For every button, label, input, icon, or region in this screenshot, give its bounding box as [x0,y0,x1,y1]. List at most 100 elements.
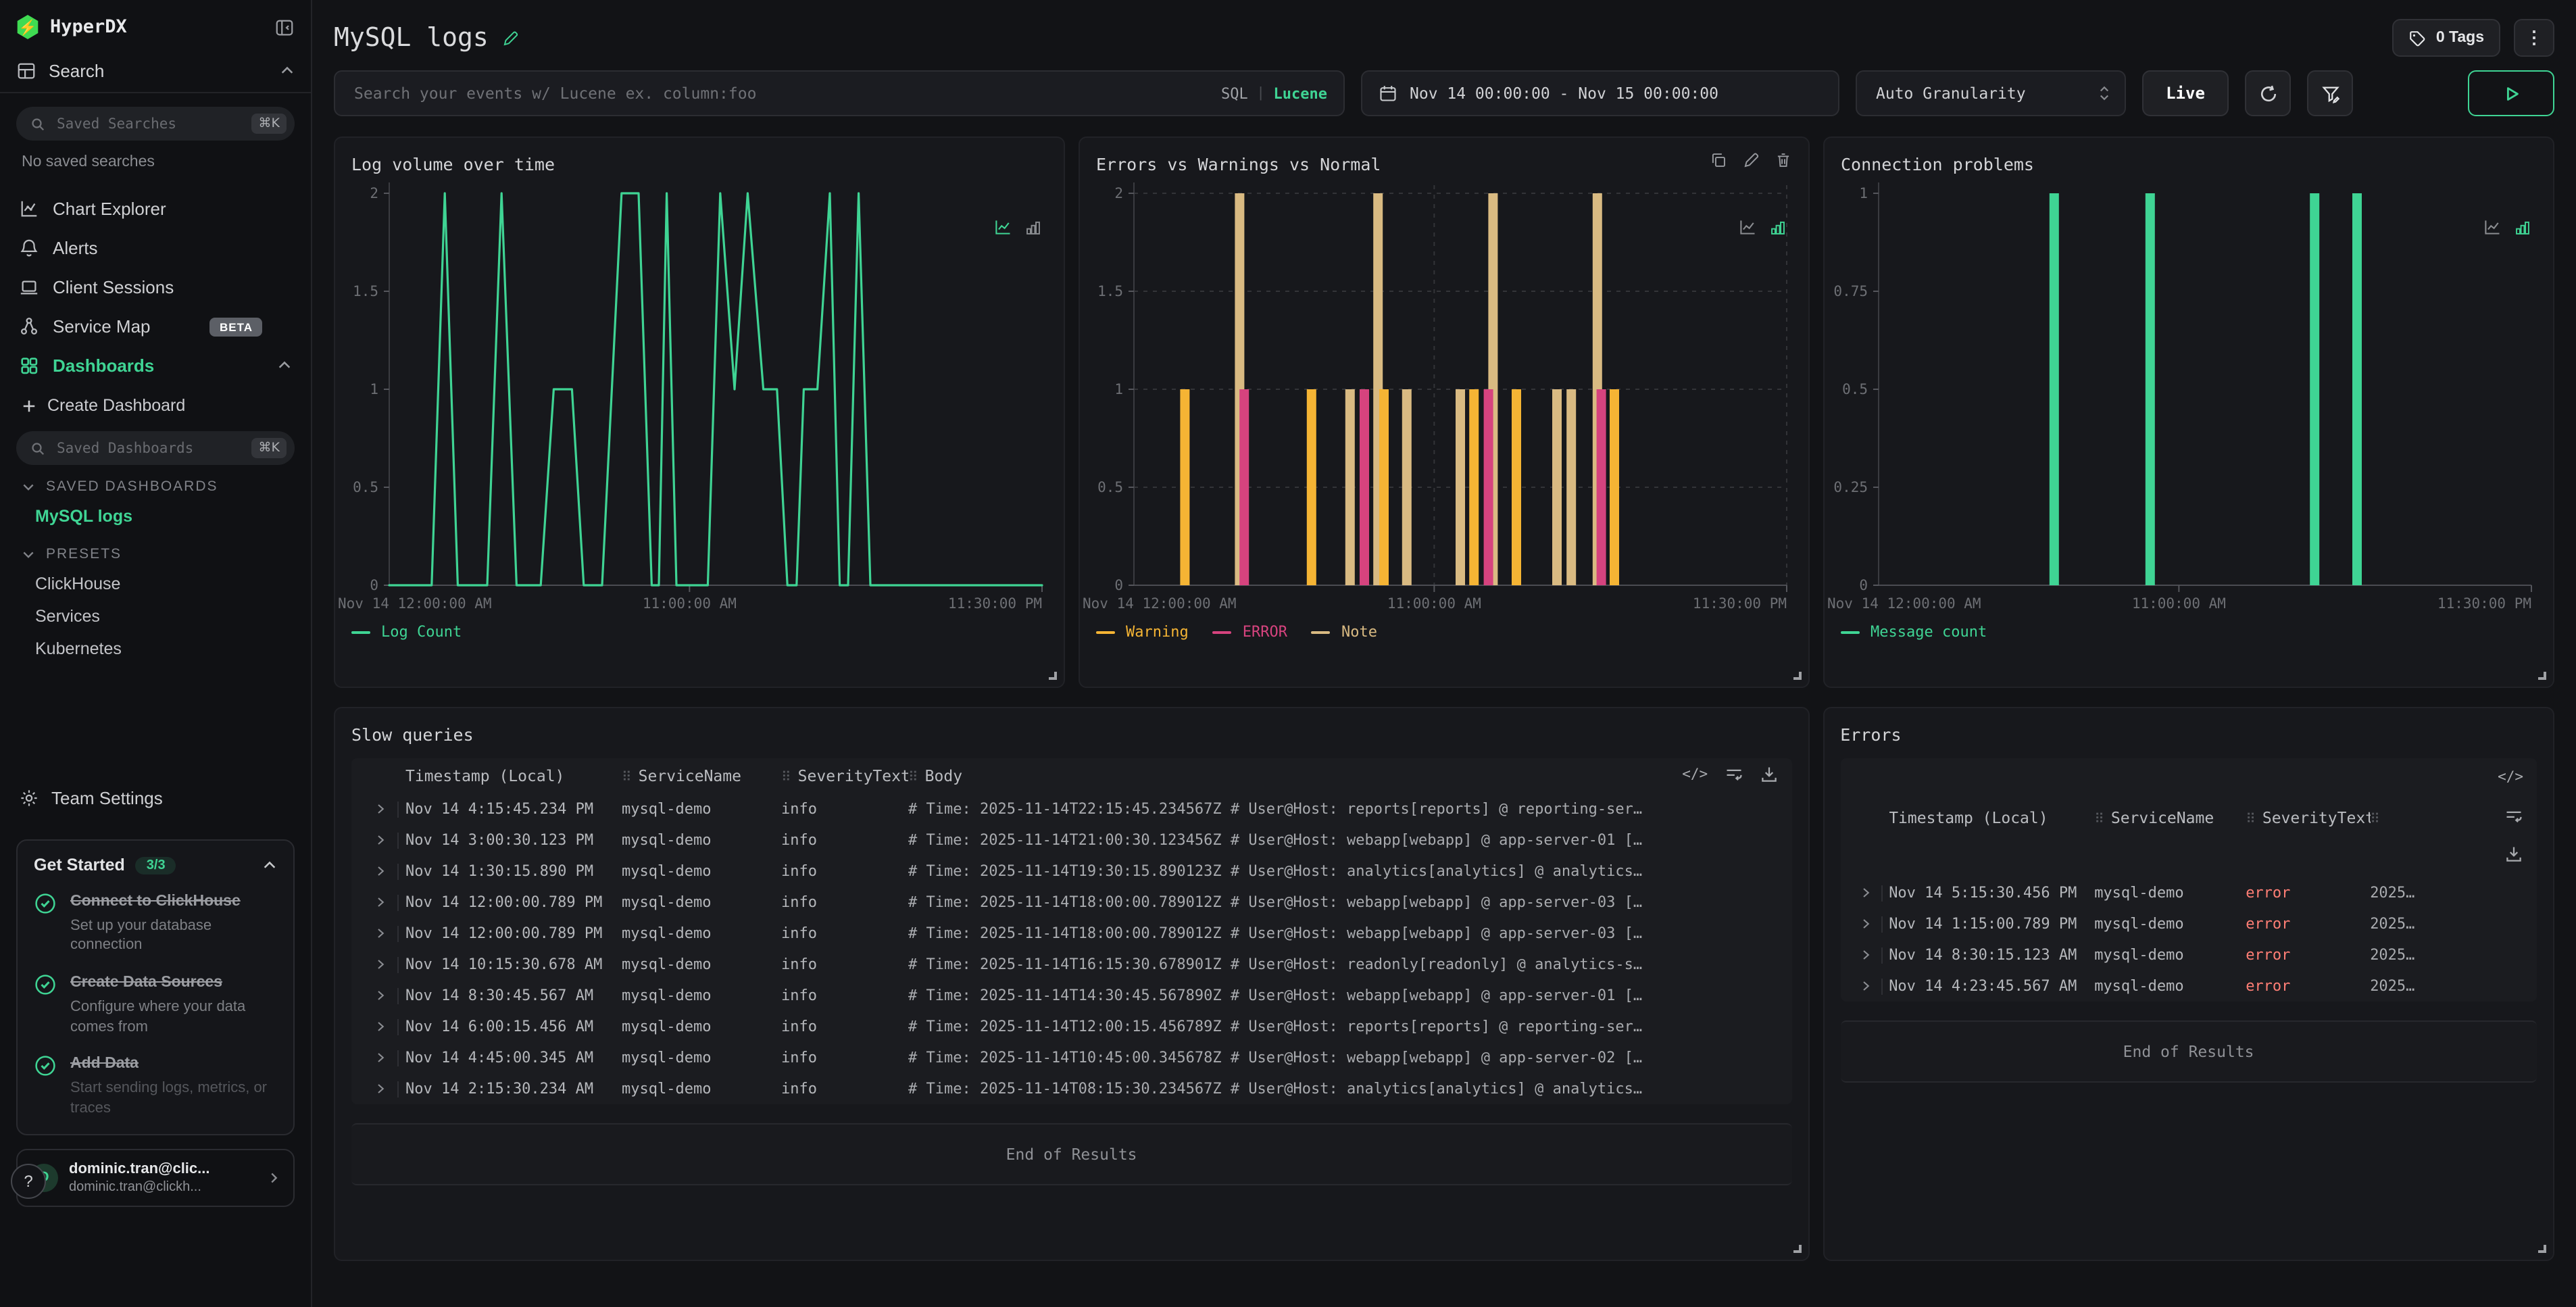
wrap-lines-icon[interactable] [1724,765,1743,784]
expand-row-icon[interactable] [374,834,386,846]
sidebar-item-clickhouse[interactable]: ClickHouse [0,568,311,600]
run-query-button[interactable] [2468,70,2554,116]
connection-problems-chart[interactable]: 00.250.50.751Nov 14 12:00:00 AM11:00:00 … [1825,174,2553,620]
sidebar-item-alerts[interactable]: Alerts [0,228,311,268]
sidebar-item-dashboards[interactable]: Dashboards [0,346,311,385]
get-started-item-sources[interactable]: Create Data Sources Configure where your… [34,973,277,1037]
table-row[interactable]: Nov 14 12:00:00.789 PMmysql-demoinfo# Ti… [351,918,1791,949]
column-header-servicename[interactable]: ⠿ServiceName [622,766,781,785]
filter-button[interactable] [2307,70,2353,116]
delete-icon[interactable] [1775,151,1792,169]
event-search[interactable]: SQL | Lucene [334,70,1345,116]
table-row[interactable]: Nov 14 5:15:30.456 PMmysql-demoerror2025… [1840,877,2537,908]
code-view-icon[interactable]: </> [2498,769,2523,785]
create-dashboard-button[interactable]: Create Dashboard [0,385,311,418]
presets-group[interactable]: PRESETS [0,533,311,568]
legend-item[interactable]: Warning [1096,623,1189,641]
table-row[interactable]: Nov 14 4:15:45.234 PMmysql-demoinfo# Tim… [351,793,1791,824]
sidebar-item-chart-explorer[interactable]: Chart Explorer [0,189,311,228]
errors-warnings-chart[interactable]: 00.511.52Nov 14 12:00:00 AM11:00:00 AM11… [1080,174,1808,620]
drag-handle-icon[interactable]: ⠿ [781,770,791,785]
table-row[interactable]: Nov 14 4:45:00.345 AMmysql-demoinfo# Tim… [351,1042,1791,1073]
table-row[interactable]: Nov 14 8:30:45.567 AMmysql-demoinfo# Tim… [351,980,1791,1011]
expand-row-icon[interactable] [374,927,386,939]
granularity-select[interactable]: Auto Granularity [1856,70,2126,116]
column-header-severitytext[interactable]: ⠿SeverityText [2246,808,2370,827]
legend-item[interactable]: ERROR [1213,623,1287,641]
column-header-severitytext[interactable]: ⠿SeverityText [781,766,908,785]
legend-item[interactable]: Log Count [351,623,462,641]
resize-handle[interactable] [2538,1245,2546,1253]
live-button[interactable]: Live [2142,70,2229,116]
bar-chart-toggle-icon[interactable] [2514,218,2531,236]
expand-row-icon[interactable] [374,803,386,815]
tags-button[interactable]: 0 Tags [2393,19,2500,57]
legend-item[interactable]: Note [1312,623,1377,641]
sidebar-item-team-settings[interactable]: Team Settings [0,779,311,818]
edit-icon[interactable] [1742,151,1760,169]
expand-row-icon[interactable] [1860,887,1872,899]
sidebar-item-service-map[interactable]: Service Map BETA [0,307,311,346]
sidebar-section-search[interactable]: Search [0,50,311,93]
download-icon[interactable] [2504,845,2523,864]
code-view-icon[interactable]: </> [1682,766,1708,783]
table-row[interactable]: Nov 14 10:15:30.678 AMmysql-demoinfo# Ti… [351,949,1791,980]
expand-row-icon[interactable] [1860,980,1872,992]
table-row[interactable]: Nov 14 12:00:00.789 PMmysql-demoinfo# Ti… [351,887,1791,918]
column-header-servicename[interactable]: ⠿ServiceName [2094,808,2246,827]
date-range-picker[interactable]: Nov 14 00:00:00 - Nov 15 00:00:00 [1361,70,1839,116]
refresh-button[interactable] [2245,70,2291,116]
expand-row-icon[interactable] [374,958,386,970]
user-menu[interactable]: D dominic.tran@clic... dominic.tran@clic… [16,1148,295,1207]
resize-handle[interactable] [1793,672,1802,680]
drag-handle-icon[interactable]: ⠿ [622,770,632,785]
table-row[interactable]: Nov 14 8:30:15.123 AMmysql-demoerror2025… [1840,939,2537,970]
table-row[interactable]: Nov 14 1:30:15.890 PMmysql-demoinfo# Tim… [351,856,1791,887]
get-started-item-connect[interactable]: Connect to ClickHouse Set up your databa… [34,892,277,956]
resize-handle[interactable] [2538,672,2546,680]
saved-dashboards-search[interactable]: ⌘K [16,431,295,465]
legend-item[interactable]: Message count [1841,623,1987,641]
bar-chart-toggle-icon[interactable] [1769,218,1787,236]
drag-handle-icon[interactable]: ⠿ [2094,812,2104,827]
expand-row-icon[interactable] [1860,918,1872,930]
table-row[interactable]: Nov 14 6:00:15.456 AMmysql-demoinfo# Tim… [351,1011,1791,1042]
more-options-button[interactable]: ⋮ [2514,19,2554,57]
expand-row-icon[interactable] [374,1020,386,1033]
saved-searches-input[interactable] [54,114,244,133]
expand-row-icon[interactable] [374,1083,386,1095]
drag-handle-icon[interactable]: ⠿ [908,770,918,785]
wrap-lines-icon[interactable] [2504,807,2523,826]
get-started-item-add-data[interactable]: Add Data Start sending logs, metrics, or… [34,1055,277,1118]
column-header-timestamp[interactable]: Timestamp (Local) [405,766,622,785]
table-row[interactable]: Nov 14 1:15:00.789 PMmysql-demoerror2025… [1840,908,2537,939]
resize-handle[interactable] [1049,672,1057,680]
line-chart-toggle-icon[interactable] [1738,218,1757,237]
edit-title-icon[interactable] [502,29,520,47]
help-button[interactable]: ? [11,1164,46,1199]
sidebar-item-kubernetes[interactable]: Kubernetes [0,633,311,665]
line-chart-toggle-icon[interactable] [993,218,1012,237]
sidebar-item-services[interactable]: Services [0,600,311,633]
chevron-up-icon[interactable] [262,858,277,872]
drag-handle-icon[interactable]: ⠿ [2246,812,2256,827]
saved-dashboards-group[interactable]: SAVED DASHBOARDS [0,465,311,500]
line-chart-toggle-icon[interactable] [2483,218,2502,237]
table-row[interactable]: Nov 14 2:15:30.234 AMmysql-demoinfo# Tim… [351,1073,1791,1104]
expand-row-icon[interactable] [1860,949,1872,961]
drag-handle-icon[interactable]: ⠿ [2370,812,2380,827]
event-search-input[interactable] [351,82,1210,104]
saved-dashboards-input[interactable] [54,439,244,458]
expand-row-icon[interactable] [374,896,386,908]
table-row[interactable]: Nov 14 4:23:45.567 AMmysql-demoerror2025… [1840,970,2537,1002]
log-volume-chart[interactable]: 00.511.52Nov 14 12:00:00 AM11:00:00 AM11… [335,174,1064,620]
sidebar-item-client-sessions[interactable]: Client Sessions [0,268,311,307]
column-header-body[interactable]: ⠿Body [908,766,1781,785]
saved-searches-search[interactable]: ⌘K [16,107,295,141]
lucene-toggle[interactable]: Lucene [1274,84,1328,102]
bar-chart-toggle-icon[interactable] [1024,218,1042,236]
expand-row-icon[interactable] [374,1052,386,1064]
sidebar-item-mysql-logs[interactable]: MySQL logs [0,500,311,533]
expand-row-icon[interactable] [374,865,386,877]
sidebar-collapse-icon[interactable] [274,17,295,37]
